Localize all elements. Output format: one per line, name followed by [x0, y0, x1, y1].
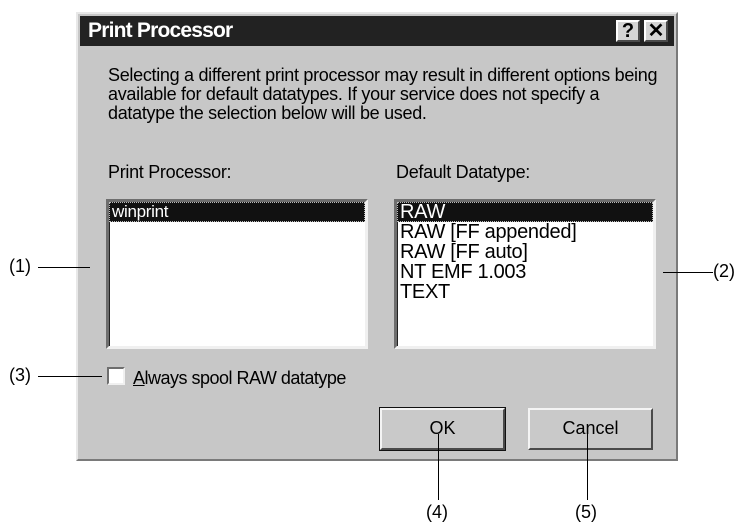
callout-3: (3)	[9, 365, 31, 385]
ok-button[interactable]: OK	[379, 407, 506, 451]
callout-2-line	[663, 272, 713, 273]
callout-3-line	[38, 376, 102, 377]
list-item-raw-ff-auto[interactable]: RAW [FF auto]	[397, 242, 653, 262]
title-bar[interactable]: Print Processor ? ✕	[80, 16, 674, 46]
callout-5: (5)	[575, 502, 597, 522]
cancel-button[interactable]: Cancel	[528, 408, 653, 450]
default-datatype-list[interactable]: RAW RAW [FF appended] RAW [FF auto] NT E…	[394, 199, 656, 349]
callout-2: (2)	[713, 261, 735, 281]
print-processor-list[interactable]: winprint	[106, 199, 368, 349]
callout-5-line	[587, 434, 588, 500]
print-processor-dialog: Print Processor ? ✕ Selecting a differen…	[76, 12, 678, 461]
callout-1-line	[38, 267, 90, 268]
close-button[interactable]: ✕	[644, 20, 668, 42]
accelerator-key: A	[133, 368, 145, 388]
help-button[interactable]: ?	[616, 20, 640, 42]
callout-1: (1)	[9, 256, 31, 276]
list-item-raw-ff-appended[interactable]: RAW [FF appended]	[397, 222, 653, 242]
always-spool-raw-label[interactable]: Always spool RAW datatype	[133, 368, 346, 389]
help-icon: ?	[621, 20, 635, 42]
dialog-title: Print Processor	[88, 19, 233, 42]
print-processor-label: Print Processor:	[108, 162, 232, 182]
always-spool-raw-checkbox[interactable]	[107, 367, 125, 385]
list-item-winprint[interactable]: winprint	[109, 202, 365, 222]
callout-4: (4)	[426, 502, 448, 522]
description-text: Selecting a different print processor ma…	[108, 65, 658, 123]
list-item-text[interactable]: TEXT	[397, 282, 653, 302]
callout-4-line	[438, 434, 439, 500]
always-spool-raw-text: lways spool RAW datatype	[144, 368, 347, 388]
close-icon: ✕	[647, 20, 665, 42]
default-datatype-label: Default Datatype:	[396, 162, 530, 182]
list-item-raw[interactable]: RAW	[397, 202, 653, 222]
list-item-nt-emf[interactable]: NT EMF 1.003	[397, 262, 653, 282]
